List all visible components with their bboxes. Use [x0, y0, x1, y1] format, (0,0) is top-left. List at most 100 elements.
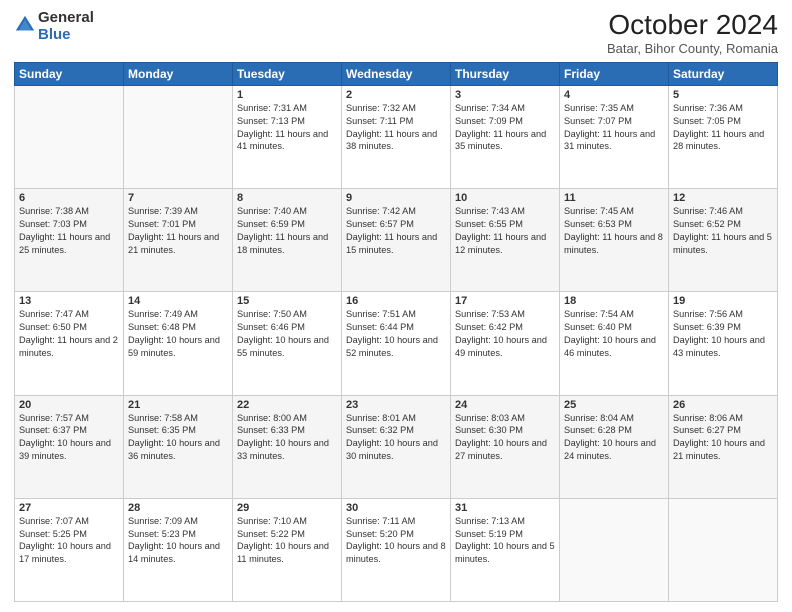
calendar-cell: 22Sunrise: 8:00 AMSunset: 6:33 PMDayligh…	[233, 395, 342, 498]
calendar-week-2: 6 Sunrise: 7:38 AMSunset: 7:03 PMDaylight…	[15, 189, 778, 292]
day-number: 6	[19, 192, 119, 204]
day-number: 12	[673, 192, 773, 204]
day-info: Sunrise: 7:51 AMSunset: 6:44 PMDaylight:…	[346, 309, 438, 358]
day-number: 22	[237, 399, 337, 411]
day-number: 30	[346, 502, 446, 514]
calendar-cell: 29 Sunrise: 7:10 AMSunset: 5:22 PMDayligh…	[233, 498, 342, 601]
day-number: 7	[128, 192, 228, 204]
calendar-header-row: Sunday Monday Tuesday Wednesday Thursday…	[15, 62, 778, 85]
day-info: Sunrise: 7:43 AMSunset: 6:55 PMDaylight:…	[455, 206, 546, 255]
day-info: Sunrise: 7:57 AMSunset: 6:37 PMDaylight:…	[19, 413, 111, 462]
logo: General Blue	[14, 10, 94, 43]
day-info: Sunrise: 7:32 AMSunset: 7:11 PMDaylight:…	[346, 103, 437, 152]
logo-icon	[14, 14, 36, 36]
calendar-week-3: 13Sunrise: 7:47 AMSunset: 6:50 PMDayligh…	[15, 292, 778, 395]
calendar-cell: 12 Sunrise: 7:46 AMSunset: 6:52 PMDayligh…	[669, 189, 778, 292]
calendar-cell: 27 Sunrise: 7:07 AMSunset: 5:25 PMDayligh…	[15, 498, 124, 601]
col-wednesday: Wednesday	[342, 62, 451, 85]
col-saturday: Saturday	[669, 62, 778, 85]
calendar-cell: 18Sunrise: 7:54 AMSunset: 6:40 PMDayligh…	[560, 292, 669, 395]
col-thursday: Thursday	[451, 62, 560, 85]
calendar-cell: 2 Sunrise: 7:32 AMSunset: 7:11 PMDaylight…	[342, 85, 451, 188]
col-monday: Monday	[124, 62, 233, 85]
day-number: 31	[455, 502, 555, 514]
page: General Blue October 2024 Batar, Bihor C…	[0, 0, 792, 612]
calendar-cell: 28Sunrise: 7:09 AMSunset: 5:23 PMDayligh…	[124, 498, 233, 601]
calendar-cell: 10 Sunrise: 7:43 AMSunset: 6:55 PMDayligh…	[451, 189, 560, 292]
calendar-cell: 16 Sunrise: 7:51 AMSunset: 6:44 PMDayligh…	[342, 292, 451, 395]
day-info: Sunrise: 8:06 AMSunset: 6:27 PMDaylight:…	[673, 413, 765, 462]
day-info: Sunrise: 7:45 AMSunset: 6:53 PMDaylight:…	[564, 206, 663, 255]
col-tuesday: Tuesday	[233, 62, 342, 85]
day-info: Sunrise: 7:09 AMSunset: 5:23 PMDaylight:…	[128, 516, 220, 565]
day-info: Sunrise: 7:39 AMSunset: 7:01 PMDaylight:…	[128, 206, 219, 255]
day-info: Sunrise: 7:11 AMSunset: 5:20 PMDaylight:…	[346, 516, 446, 565]
calendar-cell: 11Sunrise: 7:45 AMSunset: 6:53 PMDayligh…	[560, 189, 669, 292]
day-info: Sunrise: 7:54 AMSunset: 6:40 PMDaylight:…	[564, 309, 656, 358]
main-title: October 2024	[607, 10, 778, 41]
day-number: 21	[128, 399, 228, 411]
day-info: Sunrise: 7:10 AMSunset: 5:22 PMDaylight:…	[237, 516, 329, 565]
day-number: 10	[455, 192, 555, 204]
day-number: 15	[237, 295, 337, 307]
calendar-cell: 17Sunrise: 7:53 AMSunset: 6:42 PMDayligh…	[451, 292, 560, 395]
day-info: Sunrise: 7:50 AMSunset: 6:46 PMDaylight:…	[237, 309, 329, 358]
day-info: Sunrise: 7:46 AMSunset: 6:52 PMDaylight:…	[673, 206, 772, 255]
day-info: Sunrise: 7:47 AMSunset: 6:50 PMDaylight:…	[19, 309, 118, 358]
day-number: 24	[455, 399, 555, 411]
calendar-cell: 7 Sunrise: 7:39 AMSunset: 7:01 PMDaylight…	[124, 189, 233, 292]
day-number: 3	[455, 89, 555, 101]
calendar-cell: 13Sunrise: 7:47 AMSunset: 6:50 PMDayligh…	[15, 292, 124, 395]
calendar-cell: 8Sunrise: 7:40 AMSunset: 6:59 PMDaylight…	[233, 189, 342, 292]
day-info: Sunrise: 8:04 AMSunset: 6:28 PMDaylight:…	[564, 413, 656, 462]
calendar-cell: 26 Sunrise: 8:06 AMSunset: 6:27 PMDayligh…	[669, 395, 778, 498]
day-number: 17	[455, 295, 555, 307]
subtitle: Batar, Bihor County, Romania	[607, 41, 778, 56]
calendar-cell: 3 Sunrise: 7:34 AMSunset: 7:09 PMDaylight…	[451, 85, 560, 188]
calendar-table: Sunday Monday Tuesday Wednesday Thursday…	[14, 62, 778, 602]
calendar-cell: 9Sunrise: 7:42 AMSunset: 6:57 PMDaylight…	[342, 189, 451, 292]
day-number: 23	[346, 399, 446, 411]
day-number: 14	[128, 295, 228, 307]
day-number: 2	[346, 89, 446, 101]
day-number: 1	[237, 89, 337, 101]
day-info: Sunrise: 7:42 AMSunset: 6:57 PMDaylight:…	[346, 206, 437, 255]
day-info: Sunrise: 7:36 AMSunset: 7:05 PMDaylight:…	[673, 103, 764, 152]
calendar-week-5: 27 Sunrise: 7:07 AMSunset: 5:25 PMDayligh…	[15, 498, 778, 601]
day-number: 20	[19, 399, 119, 411]
day-number: 16	[346, 295, 446, 307]
calendar-cell: 23 Sunrise: 8:01 AMSunset: 6:32 PMDayligh…	[342, 395, 451, 498]
col-friday: Friday	[560, 62, 669, 85]
day-info: Sunrise: 7:07 AMSunset: 5:25 PMDaylight:…	[19, 516, 111, 565]
header: General Blue October 2024 Batar, Bihor C…	[14, 10, 778, 56]
calendar-cell: 24 Sunrise: 8:03 AMSunset: 6:30 PMDayligh…	[451, 395, 560, 498]
calendar-cell	[15, 85, 124, 188]
day-number: 25	[564, 399, 664, 411]
day-number: 26	[673, 399, 773, 411]
day-info: Sunrise: 7:58 AMSunset: 6:35 PMDaylight:…	[128, 413, 220, 462]
calendar-cell: 1 Sunrise: 7:31 AMSunset: 7:13 PMDaylight…	[233, 85, 342, 188]
calendar-cell	[124, 85, 233, 188]
calendar-cell: 21 Sunrise: 7:58 AMSunset: 6:35 PMDayligh…	[124, 395, 233, 498]
day-number: 5	[673, 89, 773, 101]
day-info: Sunrise: 7:56 AMSunset: 6:39 PMDaylight:…	[673, 309, 765, 358]
calendar-cell: 6 Sunrise: 7:38 AMSunset: 7:03 PMDaylight…	[15, 189, 124, 292]
day-info: Sunrise: 7:13 AMSunset: 5:19 PMDaylight:…	[455, 516, 555, 565]
day-info: Sunrise: 7:31 AMSunset: 7:13 PMDaylight:…	[237, 103, 328, 152]
calendar-cell: 5 Sunrise: 7:36 AMSunset: 7:05 PMDaylight…	[669, 85, 778, 188]
calendar-cell: 4Sunrise: 7:35 AMSunset: 7:07 PMDaylight…	[560, 85, 669, 188]
day-info: Sunrise: 7:35 AMSunset: 7:07 PMDaylight:…	[564, 103, 655, 152]
calendar-cell	[669, 498, 778, 601]
title-block: October 2024 Batar, Bihor County, Romani…	[607, 10, 778, 56]
day-info: Sunrise: 7:38 AMSunset: 7:03 PMDaylight:…	[19, 206, 110, 255]
calendar-cell: 30 Sunrise: 7:11 AMSunset: 5:20 PMDayligh…	[342, 498, 451, 601]
day-number: 29	[237, 502, 337, 514]
day-info: Sunrise: 8:01 AMSunset: 6:32 PMDaylight:…	[346, 413, 438, 462]
day-info: Sunrise: 7:34 AMSunset: 7:09 PMDaylight:…	[455, 103, 546, 152]
logo-general: General	[38, 10, 94, 27]
day-info: Sunrise: 8:03 AMSunset: 6:30 PMDaylight:…	[455, 413, 547, 462]
logo-blue: Blue	[38, 27, 94, 44]
day-number: 27	[19, 502, 119, 514]
calendar-cell: 25 Sunrise: 8:04 AMSunset: 6:28 PMDayligh…	[560, 395, 669, 498]
calendar-week-4: 20 Sunrise: 7:57 AMSunset: 6:37 PMDayligh…	[15, 395, 778, 498]
